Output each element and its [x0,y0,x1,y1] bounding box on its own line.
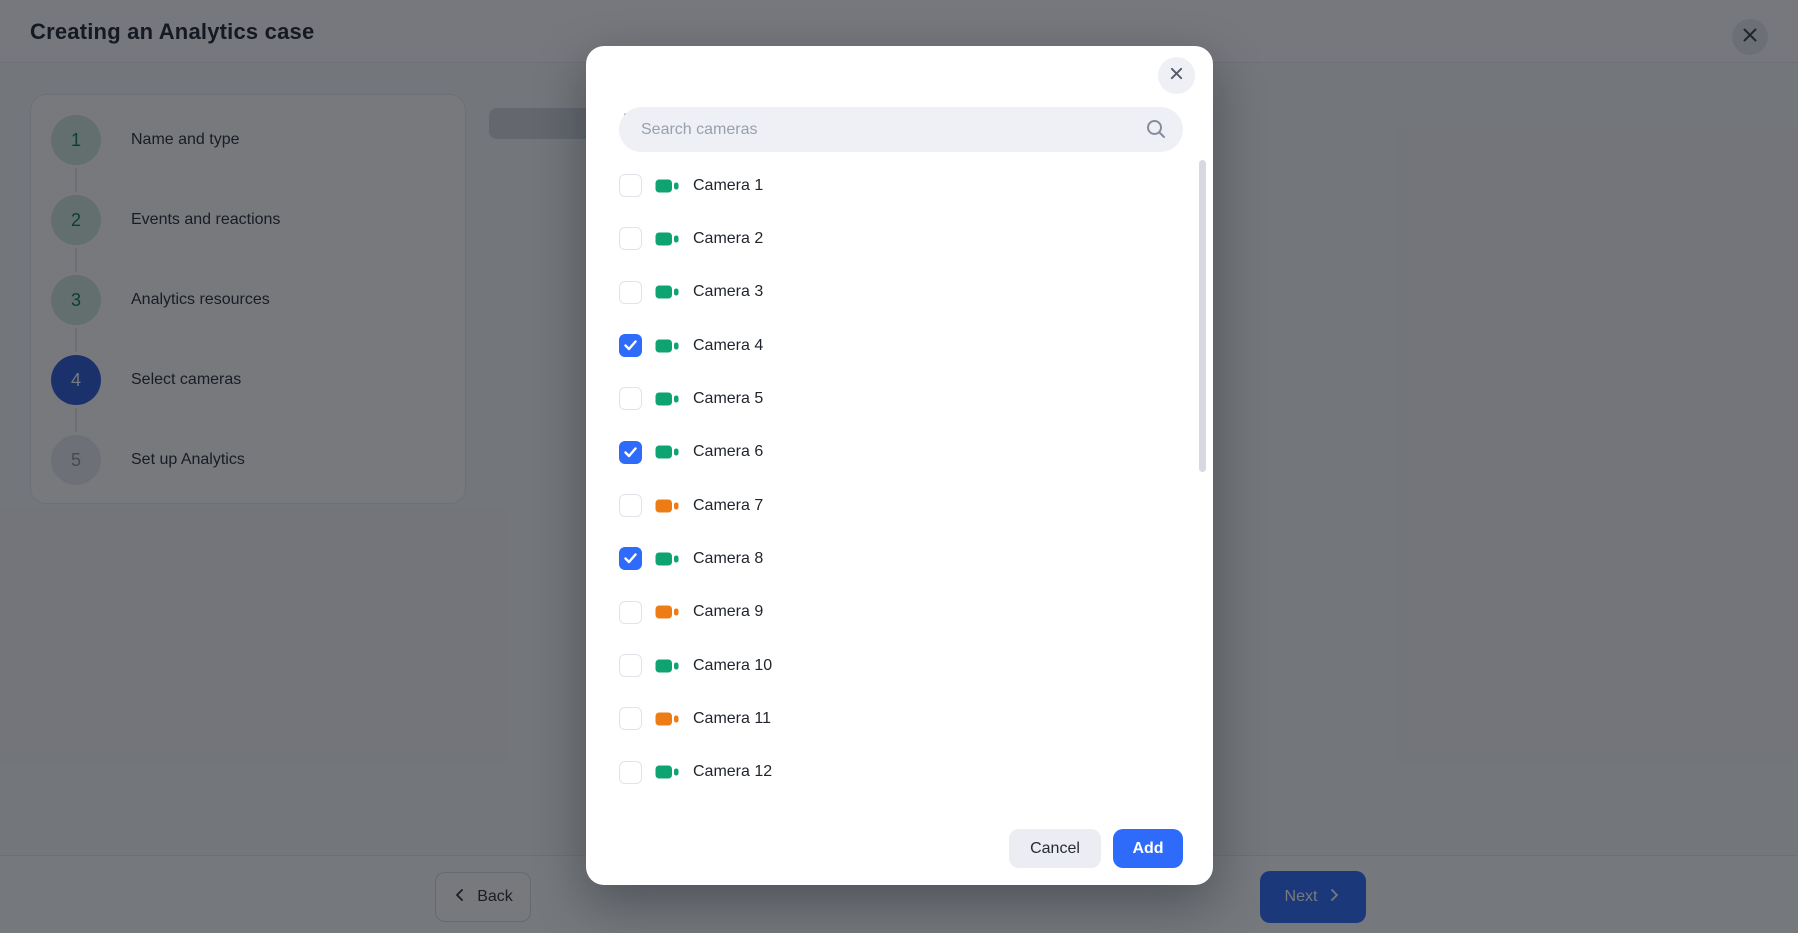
close-icon [1169,66,1184,86]
camera-icon [655,711,679,727]
cancel-button[interactable]: Cancel [1009,829,1101,868]
camera-list-item[interactable]: Camera 10 [619,639,1186,692]
camera-checkbox[interactable] [619,227,642,250]
camera-icon [655,658,679,674]
camera-list-item[interactable]: Camera 4 [619,319,1186,372]
camera-label: Camera 7 [693,497,763,515]
camera-label: Camera 5 [693,390,763,408]
camera-checkbox[interactable] [619,174,642,197]
camera-icon [655,391,679,407]
camera-search [619,107,1183,152]
camera-icon [655,444,679,460]
camera-label: Camera 6 [693,443,763,461]
camera-checkbox[interactable] [619,761,642,784]
camera-list-item[interactable]: Camera 11 [619,692,1186,745]
camera-label: Camera 11 [693,710,771,728]
checkmark-icon [624,447,637,458]
camera-checkbox[interactable] [619,334,642,357]
checkmark-icon [624,553,637,564]
add-button[interactable]: Add [1113,829,1183,868]
camera-label: Camera 1 [693,177,763,195]
camera-label: Camera 10 [693,657,772,675]
camera-checkbox[interactable] [619,387,642,410]
camera-label: Camera 12 [693,763,772,781]
camera-checkbox[interactable] [619,707,642,730]
camera-list-item[interactable]: Camera 1 [619,159,1186,212]
camera-label: Camera 8 [693,550,763,568]
search-icon [1145,118,1167,145]
camera-icon [655,338,679,354]
camera-icon [655,284,679,300]
camera-list-item[interactable]: Camera 8 [619,532,1186,585]
camera-list-item[interactable]: Camera 12 [619,746,1186,799]
camera-icon [655,764,679,780]
camera-icon [655,551,679,567]
checkmark-icon [624,340,637,351]
camera-list: Camera 1 Camera 2 Camera 3 Camera 4 [619,159,1186,799]
camera-checkbox[interactable] [619,441,642,464]
camera-list-item[interactable]: Camera 3 [619,266,1186,319]
camera-list-item[interactable]: Camera 9 [619,586,1186,639]
camera-label: Camera 2 [693,230,763,248]
camera-checkbox[interactable] [619,601,642,624]
camera-label: Camera 3 [693,283,763,301]
camera-list-item[interactable]: Camera 5 [619,372,1186,425]
dialog-footer: Cancel Add [586,829,1213,885]
camera-checkbox[interactable] [619,547,642,570]
camera-checkbox[interactable] [619,654,642,677]
camera-icon [655,498,679,514]
list-scrollbar-thumb[interactable] [1199,160,1206,472]
dialog-close-button[interactable] [1158,57,1195,94]
add-cameras-dialog: Add cameras Camera 1 Camera 2 [586,46,1213,885]
camera-list-item[interactable]: Camera 2 [619,212,1186,265]
camera-label: Camera 4 [693,337,763,355]
camera-icon [655,231,679,247]
camera-icon [655,178,679,194]
camera-checkbox[interactable] [619,281,642,304]
search-input[interactable] [641,107,1131,152]
camera-label: Camera 9 [693,603,763,621]
camera-list-item[interactable]: Camera 7 [619,479,1186,532]
camera-checkbox[interactable] [619,494,642,517]
camera-list-item[interactable]: Camera 6 [619,426,1186,479]
camera-icon [655,604,679,620]
